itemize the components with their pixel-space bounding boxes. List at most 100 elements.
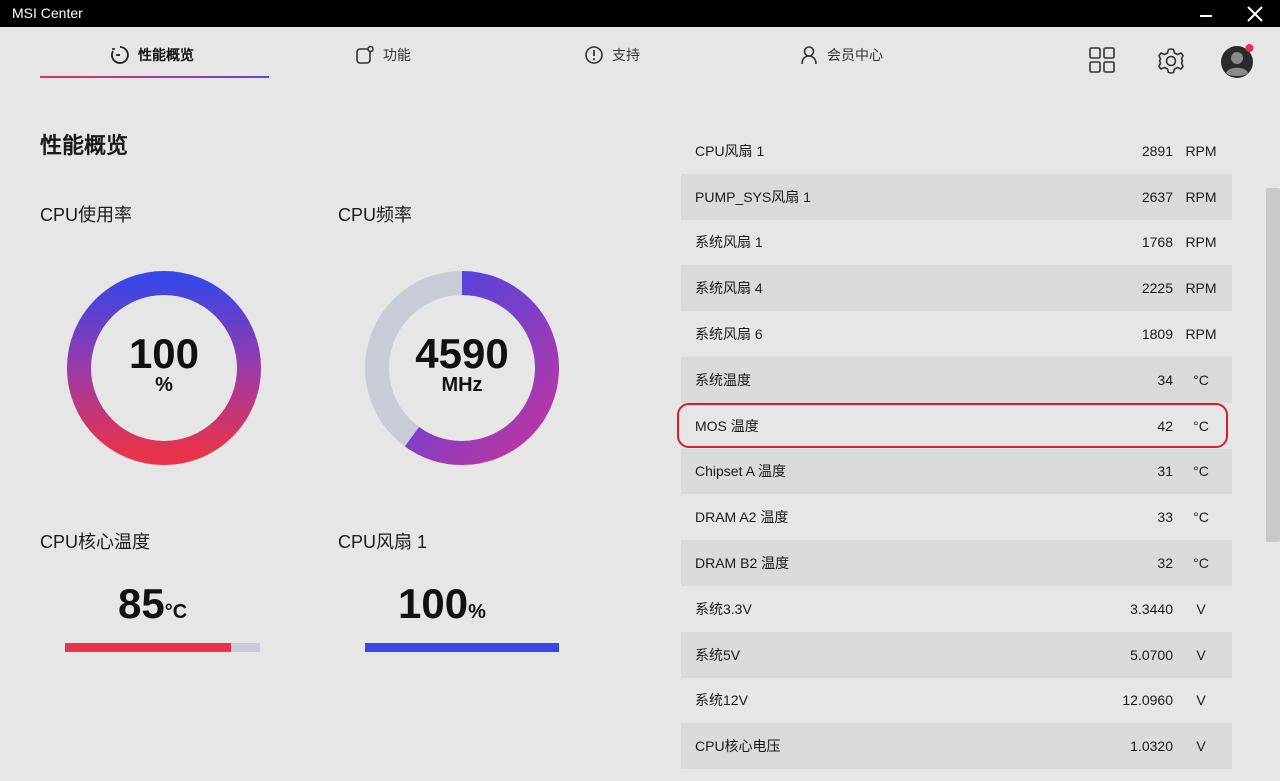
cpu-fan-bar	[365, 643, 559, 652]
settings-button[interactable]	[1156, 46, 1186, 81]
cpu-temp-bar-fill	[65, 643, 231, 652]
window-title: MSI Center	[12, 5, 83, 21]
sensor-row: CPU风扇 1 2891 RPM	[681, 128, 1232, 174]
user-icon	[801, 46, 817, 65]
tab-performance-overview[interactable]: 性能概览	[110, 43, 194, 67]
sensor-name: 系统12V	[695, 692, 748, 709]
tab-label: 会员中心	[827, 47, 883, 63]
sensor-unit: RPM	[1185, 142, 1217, 159]
cpu-fan-bar-fill	[365, 643, 559, 652]
sensor-row: PUMP_SYS风扇 1 2637 RPM	[681, 173, 1232, 220]
sensor-value: 42	[1157, 417, 1173, 434]
apps-grid-button[interactable]	[1088, 46, 1116, 79]
sensor-name: 系统温度	[695, 371, 751, 388]
sensor-row: DRAM B2 温度 32 °C	[681, 540, 1232, 586]
notification-dot-icon	[1245, 44, 1254, 52]
cpu-temp-bar	[65, 643, 260, 652]
sensor-value: 5.0700	[1130, 646, 1173, 663]
tab-support[interactable]: 支持	[584, 43, 640, 67]
cpu-usage-value: 100	[128, 330, 200, 377]
sensor-value: 1.0320	[1130, 738, 1173, 755]
sensor-name: MOS 温度	[695, 417, 759, 434]
sensor-row: 系统风扇 6 1809 RPM	[681, 311, 1232, 357]
sensor-row: 系统温度 34 °C	[681, 356, 1232, 403]
sensor-value: 2637	[1141, 188, 1173, 205]
sensor-row: 系统风扇 1 1768 RPM	[681, 220, 1232, 266]
minimize-button[interactable]	[1194, 4, 1218, 24]
sensor-name: DRAM B2 温度	[695, 555, 790, 572]
sensor-unit: RPM	[1185, 280, 1217, 297]
close-button[interactable]	[1243, 4, 1267, 24]
cpu-temp-unit: °C	[164, 601, 188, 623]
scrollbar[interactable]	[1266, 188, 1280, 542]
cpu-freq-label: CPU频率	[338, 205, 413, 225]
sensor-value: 3.3440	[1130, 600, 1173, 617]
sensor-unit: °C	[1193, 509, 1209, 526]
sensor-name: CPU风扇 1	[695, 142, 765, 159]
sensor-name: Chipset A 温度	[695, 463, 787, 480]
sensor-name: 系统风扇 1	[695, 234, 763, 251]
sensor-unit: V	[1196, 600, 1206, 617]
support-icon	[585, 46, 603, 64]
grid-icon	[1089, 47, 1115, 73]
cpu-usage-label: CPU使用率	[40, 205, 133, 225]
title-bar: MSI Center	[0, 0, 1280, 27]
tab-label: 支持	[612, 47, 640, 63]
close-icon	[1247, 6, 1263, 22]
sensor-value: 12.0960	[1122, 692, 1173, 709]
sensor-unit: RPM	[1185, 188, 1217, 205]
sensor-value: 32	[1157, 555, 1173, 572]
sensor-name: CPU核心电压	[695, 738, 781, 755]
gauge-icon	[111, 46, 129, 64]
cpu-fan-unit: %	[468, 601, 486, 623]
cpu-fan-readout: 100%	[398, 582, 486, 634]
sensor-unit: °C	[1193, 417, 1209, 434]
cpu-freq-value: 4590	[415, 330, 509, 377]
cpu-freq-gauge: 4590 MHz	[362, 268, 562, 468]
sensor-value: 34	[1157, 371, 1173, 388]
cpu-fan-value: 100	[398, 580, 469, 627]
top-nav: 性能概览 功能 支持 会员中心	[0, 27, 1280, 87]
sensor-unit: °C	[1193, 555, 1209, 572]
sensor-unit: RPM	[1185, 234, 1217, 251]
sensor-name: 系统5V	[695, 646, 741, 663]
avatar-icon	[1221, 44, 1254, 78]
sensor-name: 系统风扇 4	[695, 280, 763, 297]
sensor-row: 系统5V 5.0700 V	[681, 631, 1232, 678]
gear-icon	[1158, 48, 1184, 74]
tab-label: 性能概览	[138, 47, 194, 63]
sensor-row: 系统3.3V 3.3440 V	[681, 586, 1232, 632]
sensor-unit: RPM	[1185, 326, 1217, 343]
cpu-fan-label: CPU风扇 1	[338, 532, 428, 552]
sensor-row: CPU核心电压 1.0320 V	[681, 723, 1232, 770]
sensor-row: DRAM A2 温度 33 °C	[681, 494, 1232, 540]
features-icon	[356, 45, 374, 64]
sensor-value: 2225	[1141, 280, 1173, 297]
tab-label: 功能	[383, 47, 411, 63]
sensor-row: MOS 温度 42 °C	[681, 403, 1232, 449]
cpu-temp-label: CPU核心温度	[40, 532, 151, 552]
sensor-unit: °C	[1193, 463, 1209, 480]
cpu-freq-unit: MHz	[441, 374, 483, 396]
sensor-value: 1768	[1141, 234, 1173, 251]
page-title: 性能概览	[40, 133, 129, 158]
sensor-unit: °C	[1193, 371, 1209, 388]
sensor-list: CPU风扇 1 2891 RPM PUMP_SYS风扇 1 2637 RPM 系统风扇 1 1…	[681, 128, 1232, 770]
account-avatar[interactable]	[1220, 43, 1256, 84]
cpu-temp-value: 85	[118, 580, 165, 627]
sensor-name: DRAM A2 温度	[695, 509, 789, 526]
sensor-value: 1809	[1141, 326, 1173, 343]
sensor-value: 2891	[1141, 142, 1173, 159]
sensor-row: 系统风扇 4 2225 RPM	[681, 265, 1232, 312]
tab-features[interactable]: 功能	[355, 43, 411, 67]
sensor-unit: V	[1196, 738, 1206, 755]
sensor-name: 系统风扇 6	[695, 326, 763, 343]
sensor-value: 31	[1157, 463, 1173, 480]
sensor-row: 系统12V 12.0960 V	[681, 678, 1232, 724]
cpu-usage-unit: %	[155, 374, 173, 396]
cpu-temp-readout: 85°C	[118, 582, 187, 634]
active-tab-indicator	[40, 76, 269, 78]
sensor-value: 33	[1157, 509, 1173, 526]
sensor-unit: V	[1196, 646, 1206, 663]
tab-membership[interactable]: 会员中心	[799, 43, 883, 67]
